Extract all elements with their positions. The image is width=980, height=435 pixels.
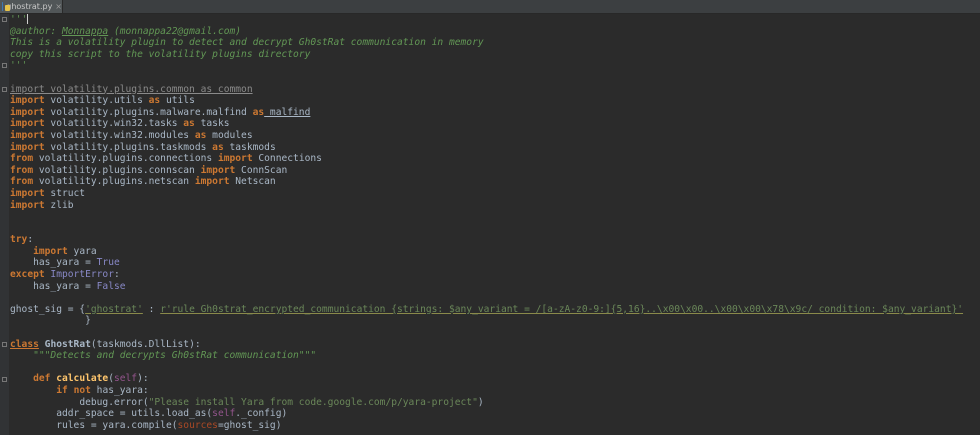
code-line: import volatility.plugins.taskmods as ta… [10, 141, 276, 153]
code-line: from volatility.plugins.netscan import N… [10, 176, 276, 188]
code-line: if not has_yara: [56, 385, 149, 396]
code-line: @author: Monnappa (monnappa22@gmail.com) [10, 25, 242, 37]
fold-marker-icon[interactable] [2, 342, 7, 347]
code-line: import volatility.win32.tasks as tasks [10, 118, 230, 130]
code-line: class GhostRat(taskmods.DllList): [10, 338, 201, 350]
close-icon[interactable]: × [55, 2, 62, 11]
code-line: copy this script to the volatility plugi… [10, 48, 311, 60]
code-editor[interactable]: ''' @author: Monnappa (monnappa22@gmail.… [10, 14, 980, 435]
code-line: ''' [10, 14, 29, 25]
fold-marker-icon[interactable] [2, 377, 7, 382]
code-line: This is a volatility plugin to detect an… [10, 37, 484, 49]
code-line: has_yara = True [33, 257, 120, 269]
code-line: addr_space = utils.load_as(self._config) [56, 408, 288, 420]
code-line: import volatility.plugins.common as comm… [10, 83, 253, 95]
code-line: try: [10, 234, 34, 246]
code-line: except ImportError: [10, 269, 120, 281]
editor-gutter [0, 14, 9, 435]
fold-marker-icon[interactable] [2, 17, 7, 22]
code-line: import struct [10, 187, 86, 199]
code-line: import volatility.plugins.malware.malfin… [10, 106, 311, 118]
code-line: import zlib [10, 199, 74, 211]
code-line: import volatility.utils as utils [10, 95, 195, 107]
code-line: import volatility.win32.modules as modul… [10, 129, 253, 141]
editor-tab-bar: ghostrat.py × [0, 0, 980, 14]
code-line: debug.error("Please install Yara from co… [79, 396, 484, 408]
tab-label: ghostrat.py [6, 2, 53, 11]
text-caret [27, 14, 29, 24]
code-line: ghost_sig = {'ghostrat' : r'rule Gh0stra… [10, 303, 964, 315]
code-line: } [10, 315, 91, 327]
tab-ghostrat-py[interactable]: ghostrat.py × [0, 0, 63, 13]
python-file-icon [2, 2, 13, 11]
fold-marker-icon[interactable] [2, 63, 7, 68]
fold-marker-icon[interactable] [2, 87, 7, 92]
code-line: import yara [33, 245, 97, 257]
code-line: from volatility.plugins.connscan import … [10, 164, 288, 176]
code-line: rules = yara.compile(sources=ghost_sig) [56, 419, 282, 431]
code-line: """Detects and decrypts Gh0stRat communi… [33, 350, 317, 362]
code-line: def calculate(self): [33, 373, 149, 385]
code-line: ''' [10, 60, 28, 72]
code-line: from volatility.plugins.connections impo… [10, 153, 322, 165]
code-line: has_yara = False [33, 280, 126, 292]
